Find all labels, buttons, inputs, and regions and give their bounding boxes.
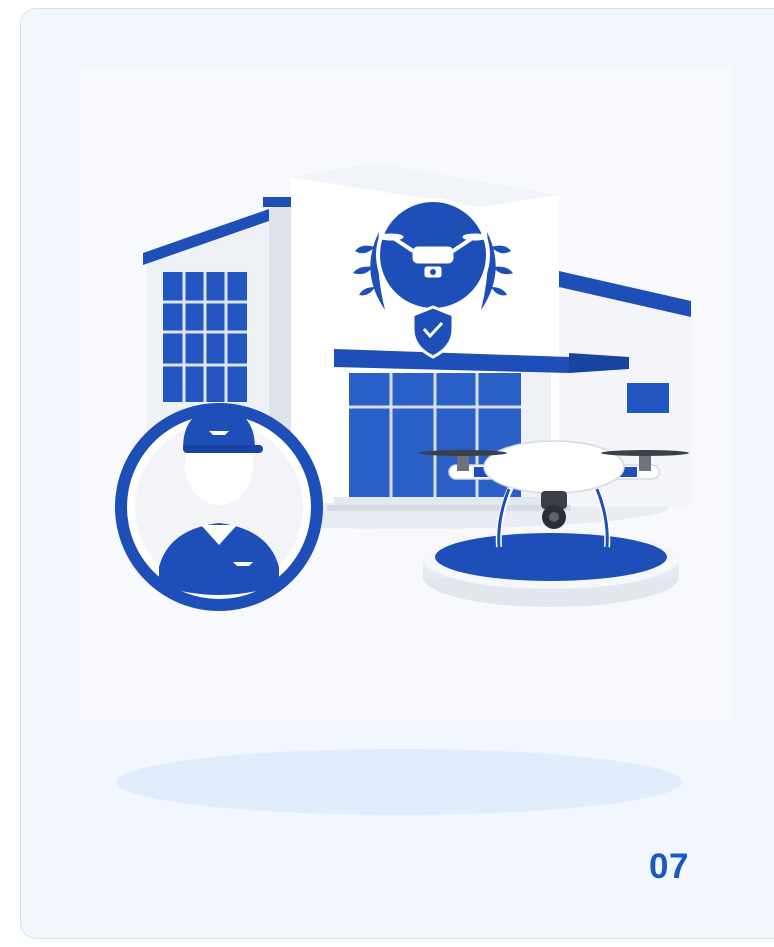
step-number: 07 bbox=[649, 847, 689, 886]
platform-icon bbox=[423, 529, 679, 607]
pilot-avatar-icon bbox=[115, 403, 323, 611]
illustration-shadow bbox=[116, 749, 682, 815]
step-card: 07 bbox=[20, 8, 774, 939]
drone-certification-illustration bbox=[79, 67, 733, 719]
